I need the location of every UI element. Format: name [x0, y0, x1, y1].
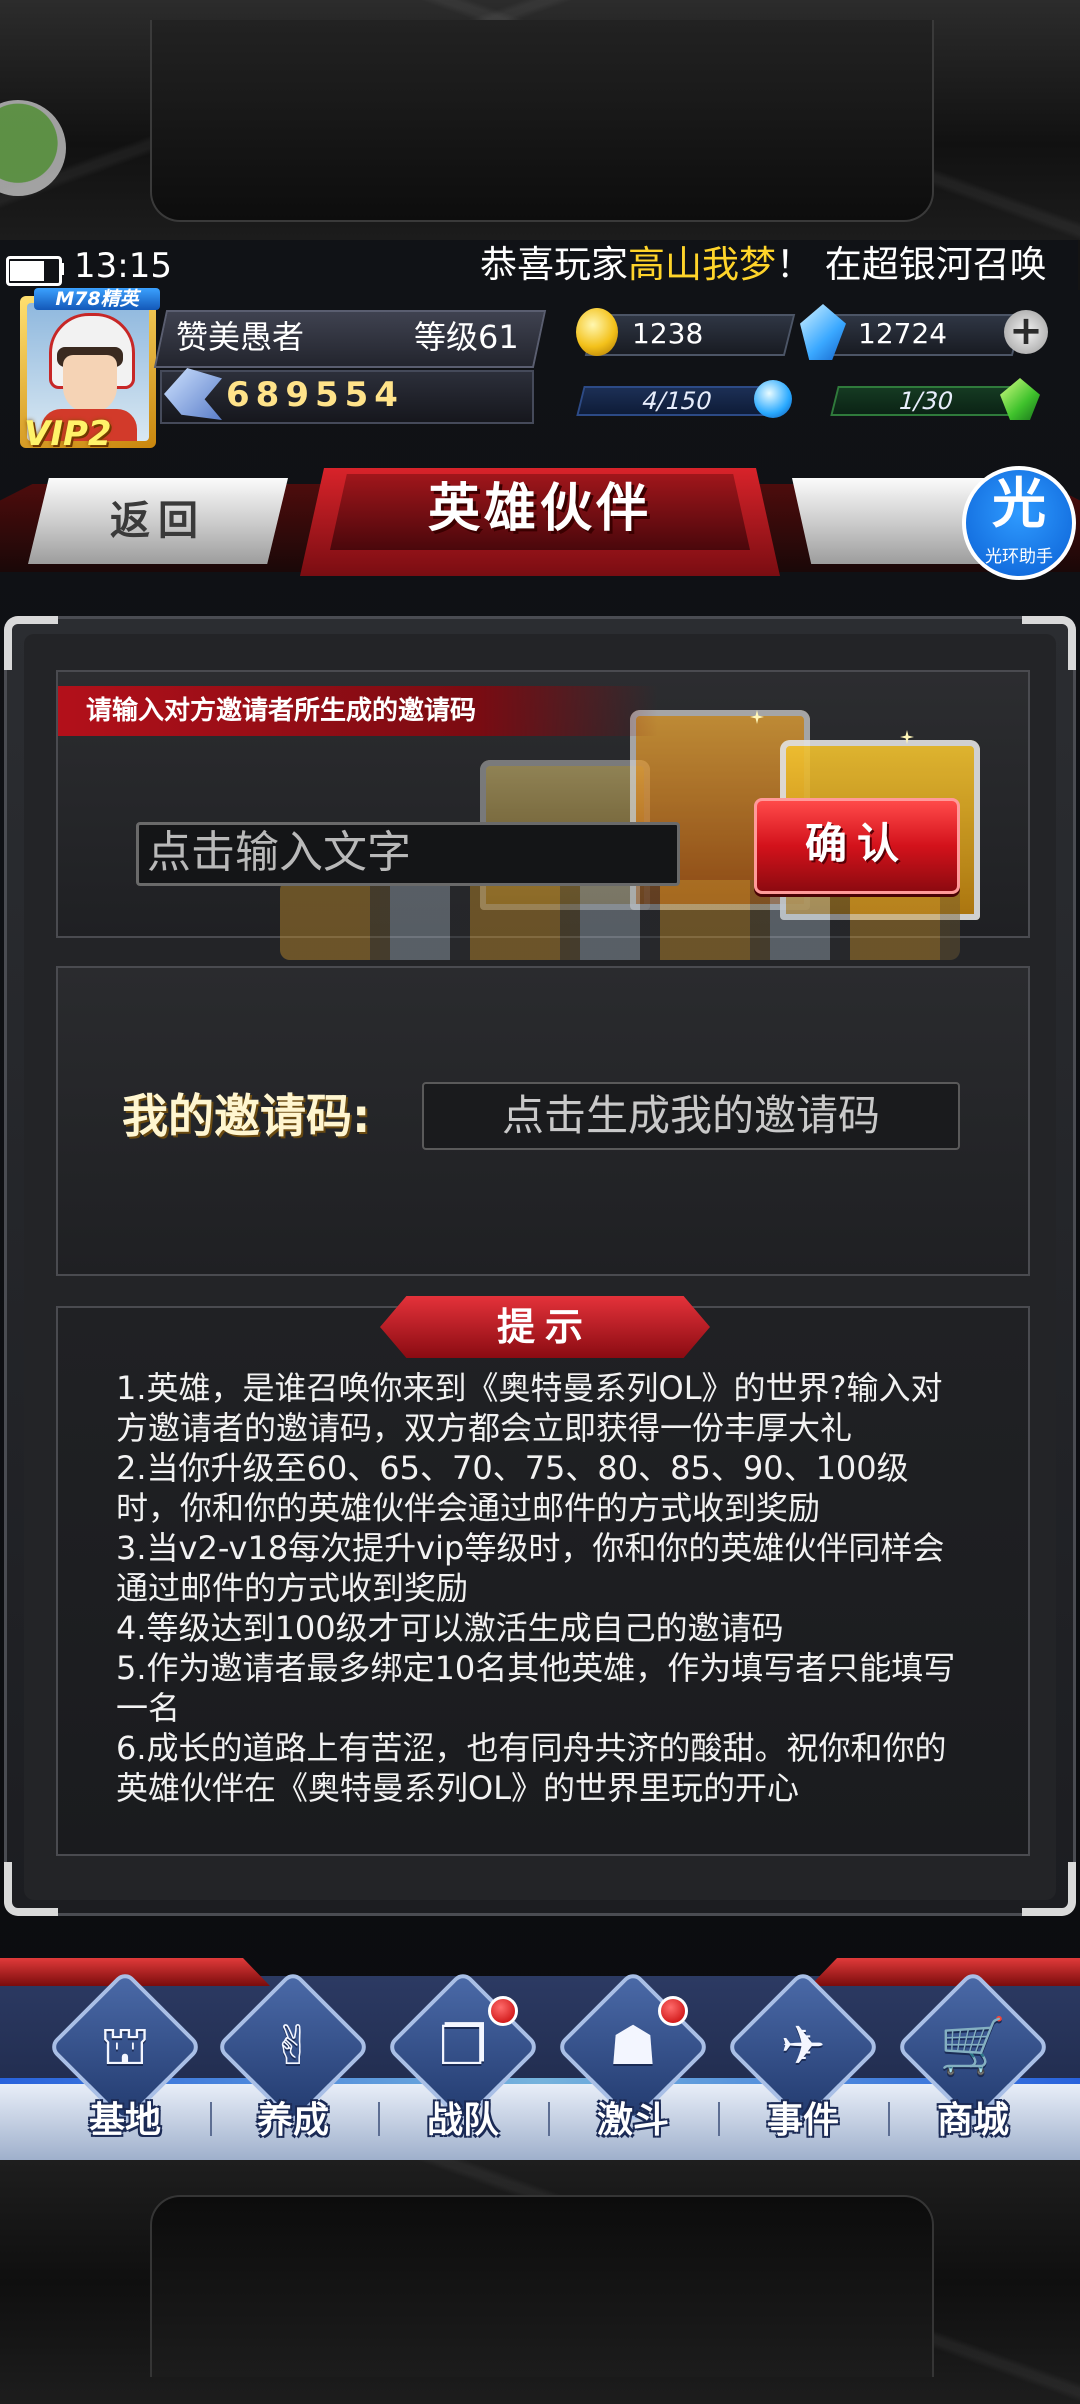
- nav-item-battle[interactable]: ☗ 激斗: [548, 1969, 718, 2158]
- nav-item-team[interactable]: ❐ 战队: [378, 1969, 548, 2158]
- bottom-frame-panel: [150, 2195, 934, 2377]
- stamina-orb-icon[interactable]: [754, 380, 792, 418]
- nav-item-shop[interactable]: 🛒 商城: [888, 1969, 1058, 2158]
- nav-item-label: 商城: [936, 2100, 1009, 2141]
- player-level: 等级61: [414, 318, 519, 356]
- panel-corner-br: [1022, 1862, 1076, 1916]
- notification-dot: [658, 1996, 688, 2026]
- tip-item: 4.等级达到100级才可以激活生成自己的邀请码: [116, 1609, 784, 1647]
- tip-item: 2.当你升级至60、65、70、75、80、85、90、100级时，你和你的英雄…: [116, 1449, 909, 1527]
- jet-icon: ✈: [780, 2014, 826, 2077]
- panel-corner-tr: [1022, 616, 1076, 670]
- nav-item-training[interactable]: ✌ 养成: [208, 1969, 378, 2158]
- invite-code-input[interactable]: 点击输入文字: [136, 822, 680, 886]
- helper-label[interactable]: 光环助手: [962, 546, 1076, 568]
- tip-item: 6.成长的道路上有苦涩，也有同舟共济的酸甜。祝你和你的英雄伙伴在《奥特曼系列OL…: [116, 1729, 947, 1807]
- combat-power-value: 689554: [226, 375, 404, 415]
- ticker-prefix: 恭喜玩家: [480, 243, 628, 286]
- gem-value: 12724: [858, 317, 948, 350]
- top-frame-panel: [150, 20, 934, 222]
- nav-item-label: 事件: [766, 2100, 839, 2141]
- nav-item-base[interactable]: ⛫ 基地: [40, 1969, 210, 2158]
- tip-item: 3.当v2-v18每次提升vip等级时，你和你的英雄伙伴同样会通过邮件的方式收到…: [116, 1529, 945, 1607]
- tip-item: 1.英雄，是谁召唤你来到《奥特曼系列OL》的世界?输入对方邀请者的邀请码，双方都…: [116, 1369, 943, 1447]
- gold-coin-icon: [576, 308, 618, 356]
- shopping-cart-icon: 🛒: [939, 2014, 1007, 2077]
- stamina-bar: 4/150: [576, 386, 778, 416]
- generate-invite-code-button[interactable]: 点击生成我的邀请码: [422, 1082, 960, 1150]
- my-invite-code-label: 我的邀请码:: [122, 1089, 371, 1143]
- page-title: 英雄伙伴: [427, 479, 652, 539]
- battery-tip: [60, 263, 64, 275]
- invite-instruction: 请输入对方邀请者所生成的邀请码: [86, 696, 477, 726]
- battle-helmet-icon: ☗: [608, 2014, 658, 2077]
- confirm-button-label[interactable]: 确认: [754, 798, 960, 890]
- panel-corner-bl: [4, 1862, 58, 1916]
- tip-item: 5.作为邀请者最多绑定10名其他英雄，作为填写者只能填写一名: [116, 1649, 956, 1727]
- player-name: 赞美愚者: [176, 318, 305, 356]
- base-icon: ⛫: [100, 2014, 150, 2077]
- training-icon: ✌: [270, 2014, 316, 2077]
- team-cards-icon: ❐: [438, 2014, 488, 2077]
- gold-value: 1238: [632, 317, 704, 350]
- helper-icon[interactable]: 光: [962, 472, 1076, 536]
- panel-corner-tl: [4, 616, 58, 670]
- back-button-label[interactable]: 返回: [28, 478, 288, 564]
- rank-badge: M78精英: [34, 288, 160, 310]
- notification-dot: [488, 1996, 518, 2026]
- tips-title: 提示: [496, 1305, 593, 1349]
- nav-item-label: 基地: [88, 2100, 161, 2141]
- ticker-player-name: 高山我梦: [628, 243, 776, 286]
- nav-item-label: 养成: [256, 2100, 329, 2141]
- vip-badge: VIP2: [24, 414, 112, 454]
- nav-item-label: 战队: [426, 2100, 499, 2141]
- tips-list[interactable]: 1.英雄，是谁召唤你来到《奥特曼系列OL》的世界?输入对方邀请者的邀请码，双方都…: [116, 1368, 966, 1834]
- ticker-suffix: ！ 在超银河召唤: [776, 243, 1047, 286]
- nav-item-events[interactable]: ✈ 事件: [718, 1969, 888, 2158]
- battery-level: [10, 261, 44, 281]
- announcement-ticker: 恭喜玩家高山我梦！ 在超银河召唤: [480, 240, 1047, 290]
- nav-item-label: 激斗: [596, 2100, 669, 2141]
- add-gems-button[interactable]: +: [1004, 310, 1048, 354]
- clock: 13:15: [74, 246, 172, 286]
- energy-bar: 1/30: [830, 386, 1022, 416]
